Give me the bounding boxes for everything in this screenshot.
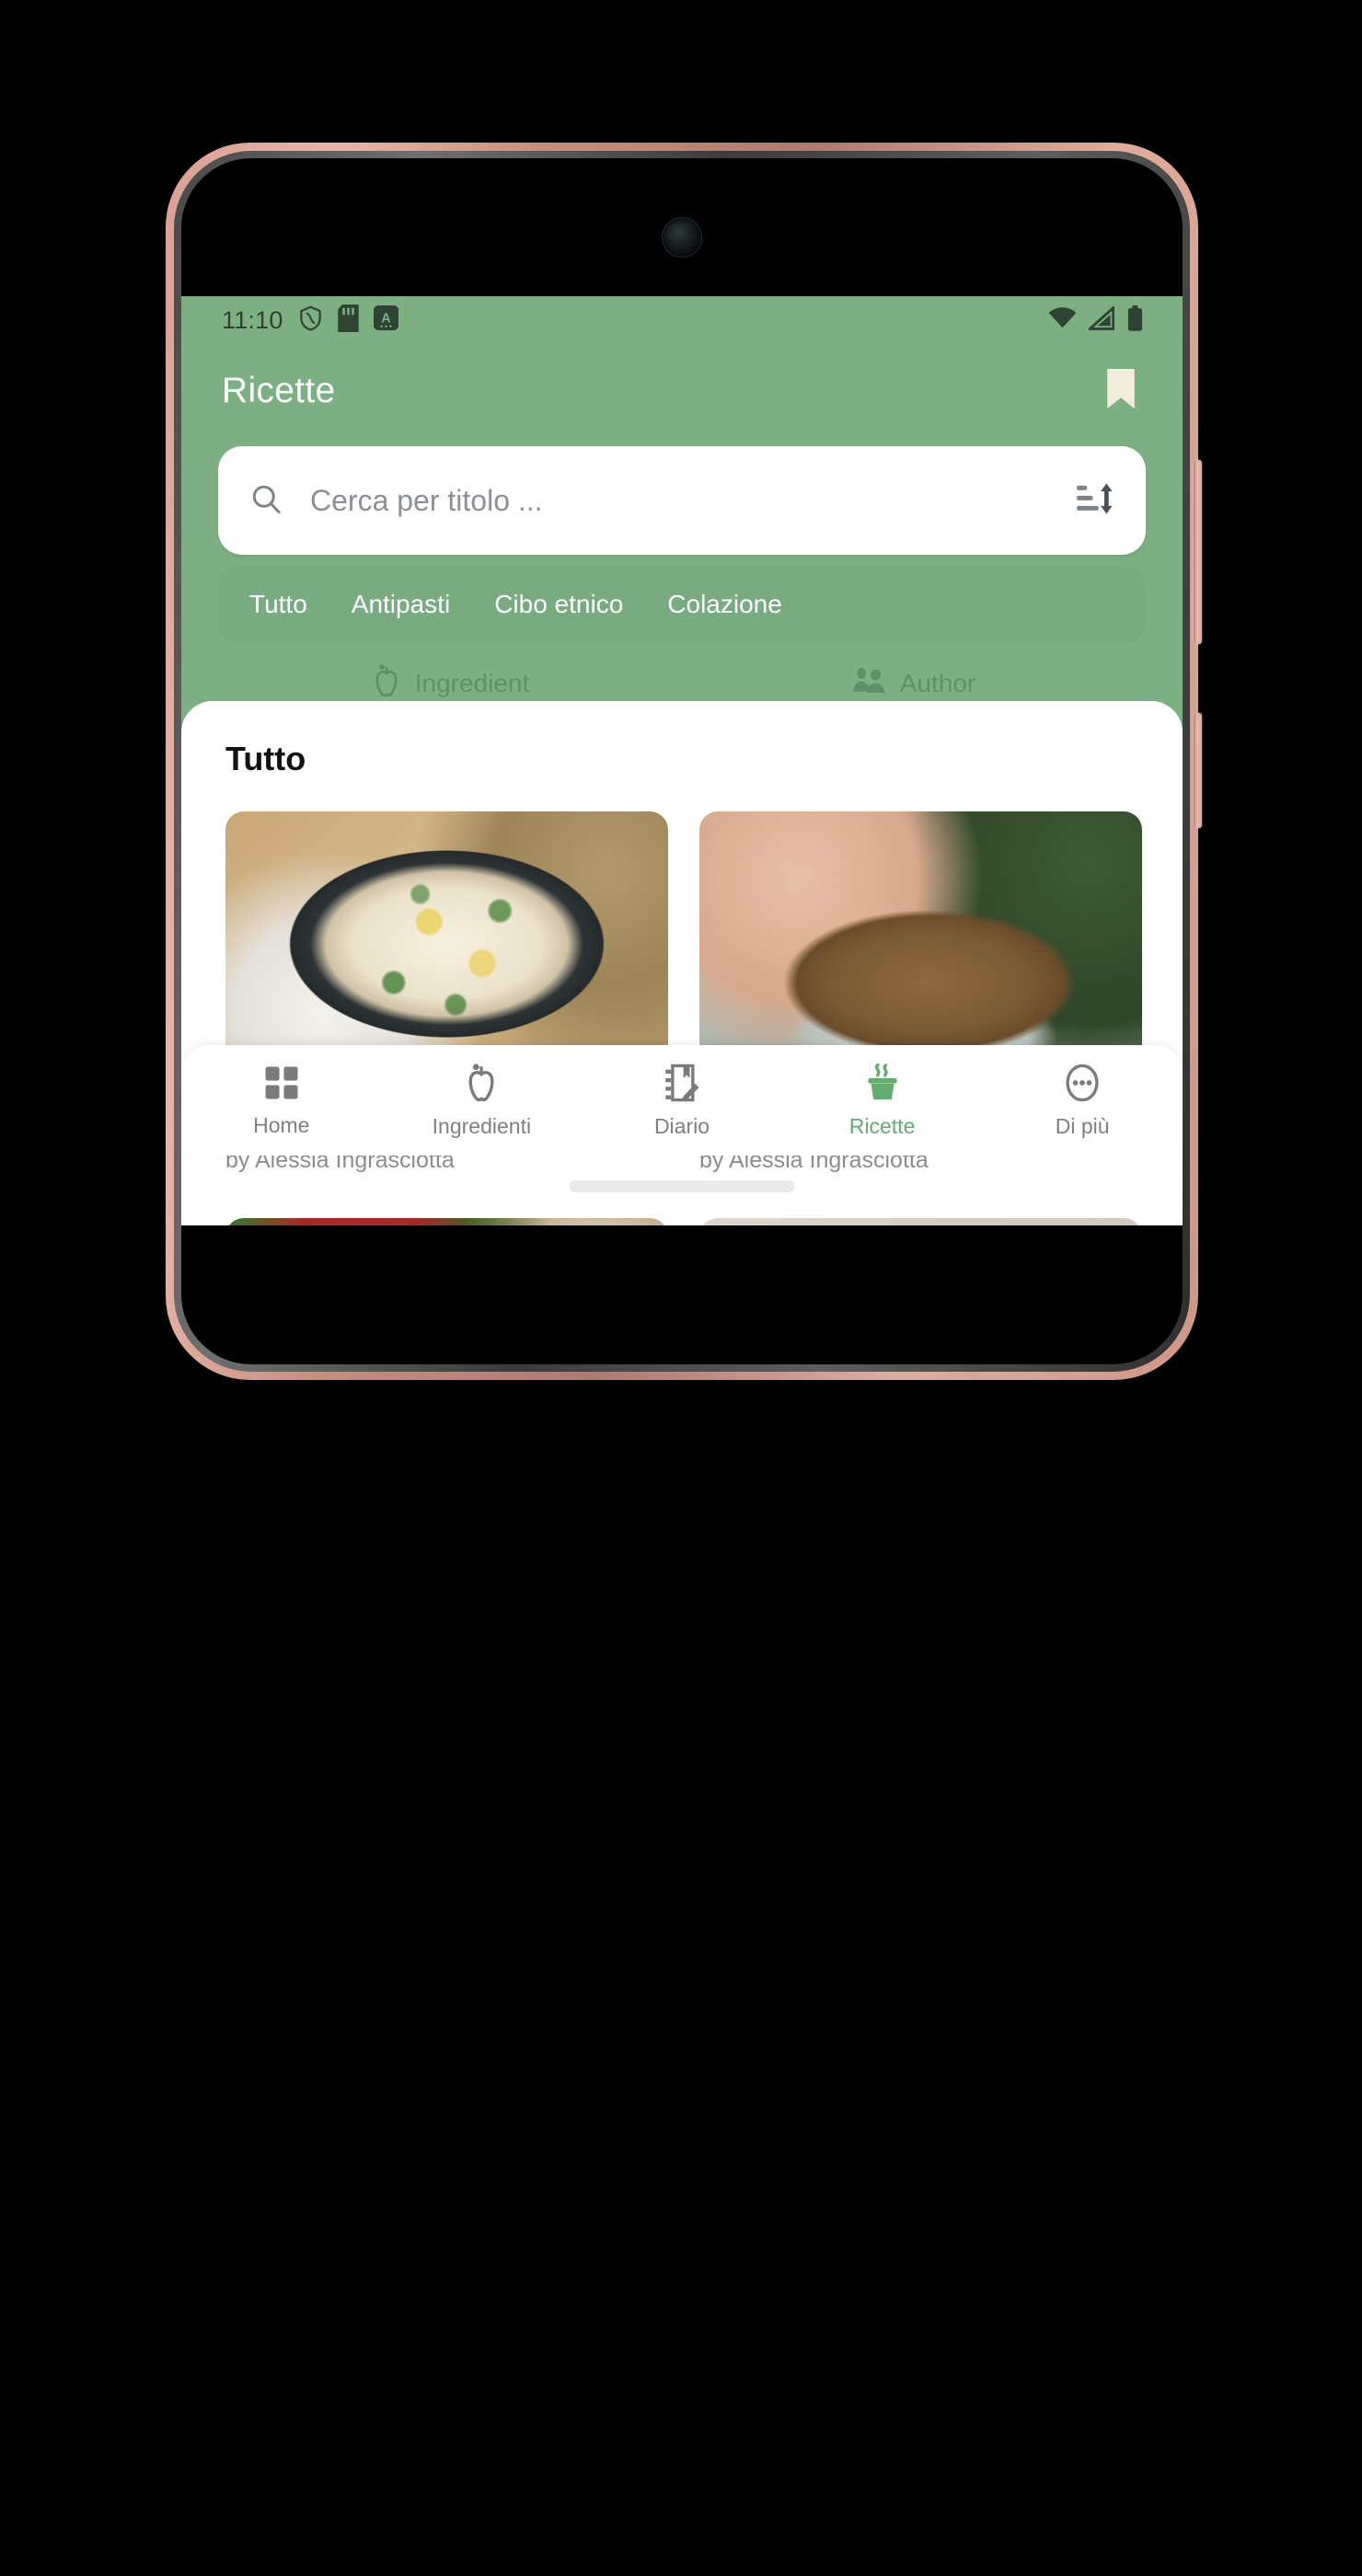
font-size-a-icon: A bbox=[373, 305, 398, 335]
recipe-thumbnail[interactable] bbox=[699, 1217, 1142, 1225]
search-input[interactable]: Cerca per titolo ... bbox=[218, 446, 1146, 555]
sort-icon[interactable] bbox=[1065, 478, 1114, 523]
category-tab-cibo-etnico[interactable]: Cibo etnico bbox=[472, 590, 645, 619]
recipe-card[interactable]: Cheesecake low fodmap al cocco by Alessi… bbox=[225, 1217, 668, 1225]
status-time: 11:10 bbox=[222, 305, 283, 334]
recipe-thumbnail[interactable] bbox=[225, 1217, 668, 1225]
recipe-card[interactable]: Cheesecake low fodmap al forno by Alessi… bbox=[699, 1217, 1142, 1225]
status-bar-right bbox=[1048, 304, 1144, 336]
power-button[interactable] bbox=[1194, 713, 1202, 828]
filter-ingredient[interactable]: Ingredient bbox=[218, 663, 682, 705]
app-screen: 11:10 A Ricette Cerca per titolo ... Tut… bbox=[181, 296, 1183, 1225]
section-title: Tutto bbox=[225, 740, 306, 777]
volume-button[interactable] bbox=[1194, 460, 1202, 644]
cooking-pot-icon bbox=[863, 1063, 902, 1108]
people-icon bbox=[852, 665, 887, 703]
search-icon bbox=[249, 482, 283, 520]
search-placeholder: Cerca per titolo ... bbox=[310, 483, 543, 517]
nav-item-home[interactable]: Home bbox=[181, 1064, 382, 1138]
nav-label-ricette: Ricette bbox=[848, 1113, 916, 1138]
notebook-pencil-icon bbox=[663, 1063, 701, 1108]
grid-icon bbox=[262, 1064, 301, 1107]
category-tab-bar[interactable]: Tutto Antipasti Cibo etnico Colazione bbox=[218, 566, 1146, 643]
category-tab-antipasti[interactable]: Antipasti bbox=[329, 590, 472, 619]
nav-label-diario: Diario bbox=[653, 1113, 710, 1138]
home-indicator[interactable] bbox=[569, 1180, 795, 1192]
wifi-icon bbox=[1048, 306, 1077, 334]
more-dots-icon bbox=[1063, 1063, 1102, 1108]
status-bar: 11:10 A bbox=[181, 296, 1183, 344]
filter-author-label: Author bbox=[899, 669, 976, 697]
nav-label-home: Home bbox=[253, 1112, 310, 1137]
category-tab-colazione[interactable]: Colazione bbox=[645, 590, 804, 619]
cellular-signal-icon bbox=[1086, 304, 1115, 335]
page-title: Ricette bbox=[222, 370, 336, 410]
nav-item-ricette[interactable]: Ricette bbox=[782, 1063, 983, 1139]
bottom-navigation-bar: Home Ingredienti Diario Ricette Di più bbox=[181, 1045, 1183, 1156]
svg-text:A: A bbox=[381, 311, 391, 326]
nav-item-di-piu[interactable]: Di più bbox=[982, 1063, 1183, 1139]
sd-card-icon bbox=[337, 304, 359, 337]
apple-icon bbox=[371, 663, 402, 705]
nav-item-diario[interactable]: Diario bbox=[582, 1063, 782, 1139]
bookmark-icon[interactable] bbox=[1098, 361, 1144, 420]
recipe-grid: Baccalà mantecato low fodmap by Alessia … bbox=[181, 778, 1183, 1225]
front-camera-icon bbox=[663, 218, 701, 257]
phone-device-frame: 11:10 A Ricette Cerca per titolo ... Tut… bbox=[166, 143, 1202, 1380]
status-bar-left: 11:10 A bbox=[222, 304, 398, 337]
nav-item-ingredienti[interactable]: Ingredienti bbox=[382, 1063, 583, 1139]
shield-icon bbox=[298, 305, 323, 337]
nav-label-di-piu: Di più bbox=[1055, 1113, 1110, 1138]
category-tab-tutto[interactable]: Tutto bbox=[227, 590, 329, 619]
filter-author[interactable]: Author bbox=[682, 665, 1146, 703]
nav-label-ingredienti: Ingredienti bbox=[432, 1113, 532, 1138]
app-bar: Ricette bbox=[181, 344, 1183, 420]
filter-ingredient-label: Ingredient bbox=[414, 669, 530, 697]
battery-icon bbox=[1126, 305, 1144, 336]
apple-icon bbox=[463, 1063, 500, 1108]
phone-bezel: 11:10 A Ricette Cerca per titolo ... Tut… bbox=[181, 158, 1183, 1364]
